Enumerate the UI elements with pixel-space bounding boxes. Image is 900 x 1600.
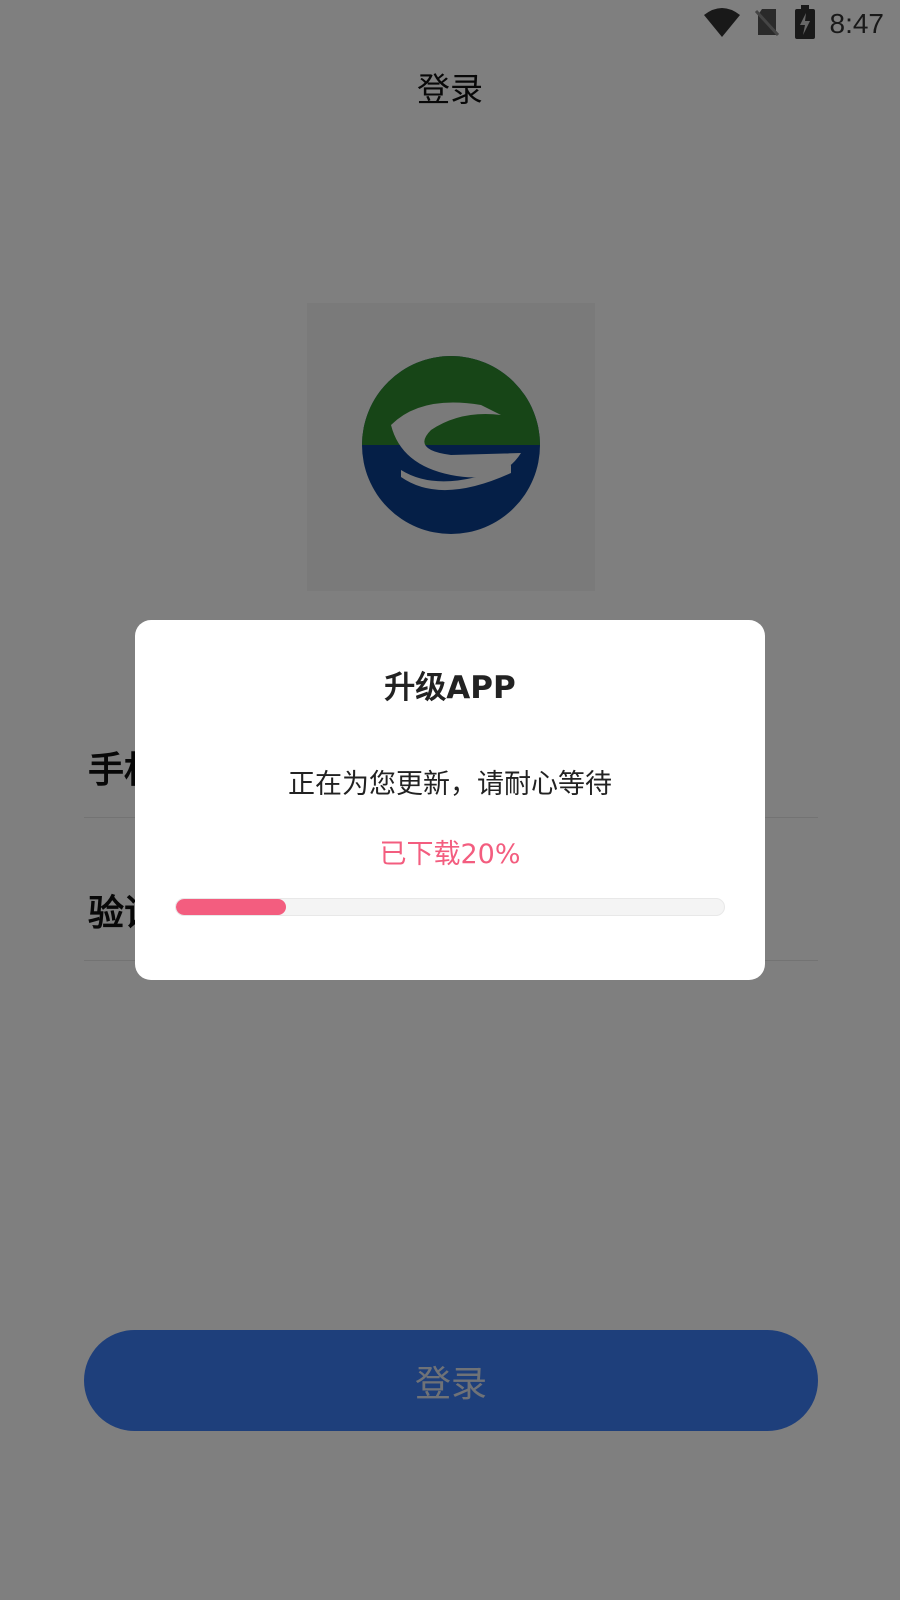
download-progress-bar [175, 898, 725, 916]
dialog-message: 正在为您更新，请耐心等待 [288, 769, 612, 800]
upgrade-dialog: 升级APP 正在为您更新，请耐心等待 已下载20% [135, 620, 765, 980]
dialog-title: 升级APP [384, 670, 516, 706]
download-progress-fill [176, 899, 286, 915]
download-progress-text: 已下载20% [379, 839, 521, 870]
